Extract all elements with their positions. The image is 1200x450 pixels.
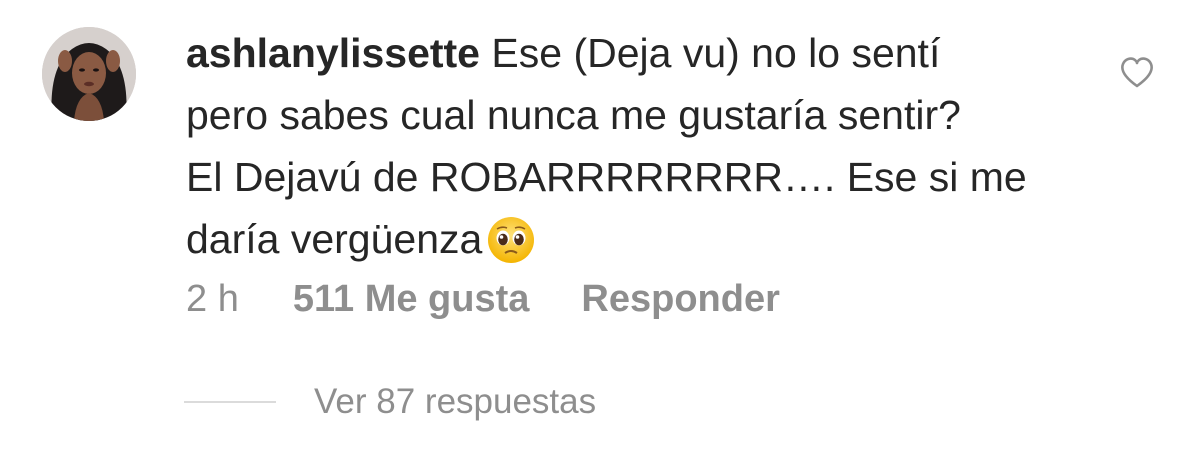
- comment-text-line-2: pero sabes cual nunca me gustaría sentir…: [186, 92, 961, 138]
- likes-count[interactable]: 511 Me gusta: [293, 276, 530, 322]
- reply-button[interactable]: Responder: [581, 276, 779, 322]
- comment-text-line-4: daría vergüenza: [186, 216, 483, 262]
- comment-text-line-3: El Dejavú de ROBARRRRRRRR…. Ese si me: [186, 154, 1027, 200]
- replies-divider: [184, 401, 276, 403]
- comment-text-line-1: Ese (Deja vu) no lo sentí: [491, 30, 941, 76]
- view-replies-label: Ver 87 respuestas: [314, 382, 597, 421]
- view-replies-button[interactable]: Ver 87 respuestas: [184, 380, 596, 424]
- comment: ashlanylissette Ese (Deja vu) no lo sent…: [0, 0, 1200, 450]
- comment-meta: 2 h 511 Me gusta Responder: [186, 276, 780, 322]
- avatar[interactable]: [42, 27, 136, 121]
- comment-timestamp: 2 h: [186, 278, 239, 320]
- pleading-face-emoji: [486, 215, 536, 265]
- avatar-image: [42, 27, 136, 121]
- comment-body: ashlanylissette Ese (Deja vu) no lo sent…: [186, 22, 1086, 270]
- like-heart-icon[interactable]: [1119, 55, 1155, 89]
- comment-username[interactable]: ashlanylissette: [186, 30, 480, 76]
